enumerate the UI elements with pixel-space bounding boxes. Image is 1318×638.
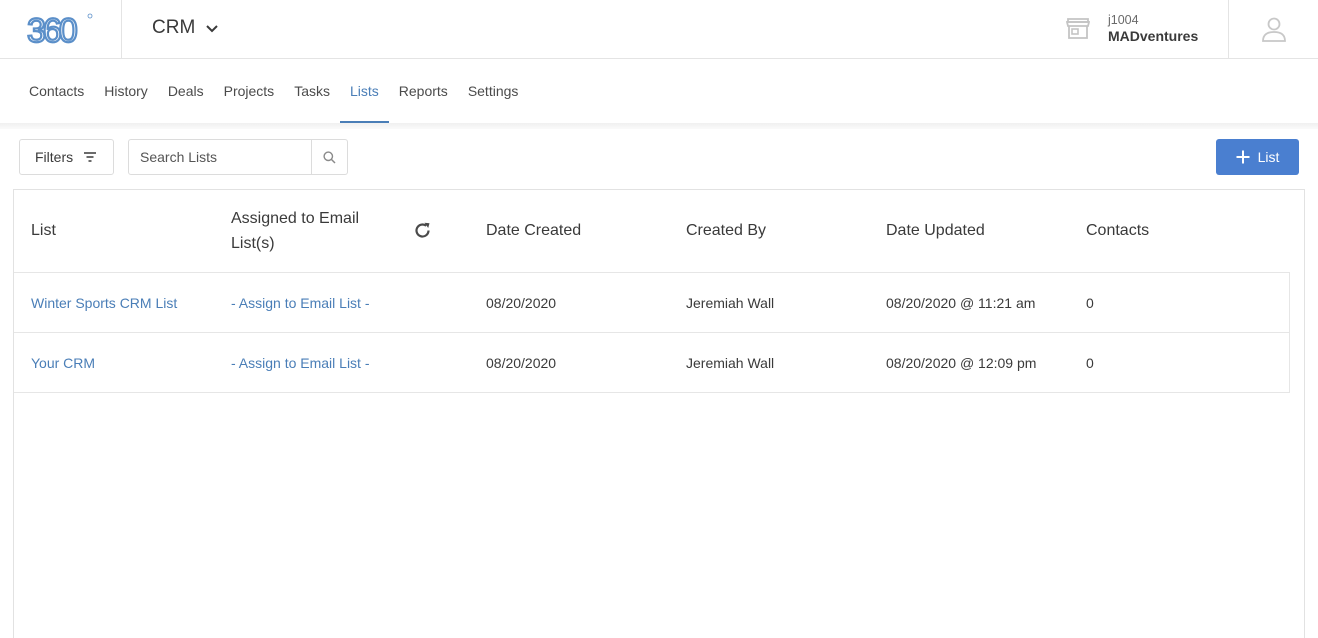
tab-history[interactable]: History xyxy=(94,59,158,123)
search-box xyxy=(128,139,348,175)
list-name-link[interactable]: Your CRM xyxy=(31,354,95,372)
date-updated-cell: 08/20/2020 @ 12:09 pm xyxy=(886,355,1037,371)
tab-deals[interactable]: Deals xyxy=(158,59,214,123)
filters-button[interactable]: Filters xyxy=(19,139,114,175)
list-name-link[interactable]: Winter Sports CRM List xyxy=(31,294,177,312)
date-created-cell: 08/20/2020 xyxy=(486,295,557,311)
column-header-assigned[interactable]: Assigned to Email List(s) xyxy=(231,206,391,256)
store-icon xyxy=(1066,18,1090,39)
contacts-count-cell: 0 xyxy=(1086,355,1094,371)
account-info[interactable]: j1004 MADventures xyxy=(1108,13,1198,45)
add-list-label: List xyxy=(1257,149,1280,165)
column-header-created-by[interactable]: Created By xyxy=(686,218,766,243)
created-by-cell: Jeremiah Wall xyxy=(686,355,775,371)
date-created-cell: 08/20/2020 xyxy=(486,355,557,371)
user-icon[interactable] xyxy=(1261,16,1287,42)
svg-text:360: 360 xyxy=(27,12,77,46)
search-icon xyxy=(323,150,336,164)
main-nav: Contacts History Deals Projects Tasks Li… xyxy=(0,59,1318,123)
column-header-contacts[interactable]: Contacts xyxy=(1086,218,1149,243)
column-header-date-updated[interactable]: Date Updated xyxy=(886,218,985,243)
header-divider xyxy=(1228,0,1229,58)
logo-360[interactable]: 360 xyxy=(27,12,95,46)
date-updated-cell: 08/20/2020 @ 11:21 am xyxy=(886,295,1036,311)
add-list-button[interactable]: List xyxy=(1216,139,1299,175)
refresh-icon[interactable] xyxy=(413,221,432,240)
assign-email-list-link[interactable]: - Assign to Email List - xyxy=(231,354,370,372)
assign-email-list-link[interactable]: - Assign to Email List - xyxy=(231,294,370,312)
column-header-date-created[interactable]: Date Created xyxy=(486,218,581,243)
tab-reports[interactable]: Reports xyxy=(389,59,458,123)
tab-tasks[interactable]: Tasks xyxy=(284,59,340,123)
top-header: 360 CRM j1004 MADventures xyxy=(0,0,1318,59)
search-button[interactable] xyxy=(311,140,347,174)
created-by-cell: Jeremiah Wall xyxy=(686,295,775,311)
account-id: j1004 xyxy=(1108,13,1139,27)
tab-settings[interactable]: Settings xyxy=(458,59,529,123)
column-header-list[interactable]: List xyxy=(31,218,56,243)
table-row: Your CRM - Assign to Email List - 08/20/… xyxy=(14,333,1290,393)
app-name: CRM xyxy=(152,17,196,38)
filter-icon xyxy=(84,152,97,162)
chevron-down-icon xyxy=(206,25,218,33)
contacts-count-cell: 0 xyxy=(1086,295,1094,311)
search-input[interactable] xyxy=(129,140,311,174)
account-name: MADventures xyxy=(1108,28,1199,44)
table-header: List Assigned to Email List(s) Date Crea… xyxy=(14,190,1290,273)
tab-contacts[interactable]: Contacts xyxy=(19,59,94,123)
filters-label: Filters xyxy=(35,149,74,165)
lists-table: List Assigned to Email List(s) Date Crea… xyxy=(13,189,1305,638)
nav-shadow xyxy=(0,123,1318,129)
header-divider xyxy=(121,0,122,58)
tab-lists[interactable]: Lists xyxy=(339,59,389,123)
tab-projects[interactable]: Projects xyxy=(214,59,285,123)
app-switcher[interactable]: CRM xyxy=(152,17,219,39)
plus-icon xyxy=(1236,150,1250,164)
table-row: Winter Sports CRM List - Assign to Email… xyxy=(14,273,1290,333)
